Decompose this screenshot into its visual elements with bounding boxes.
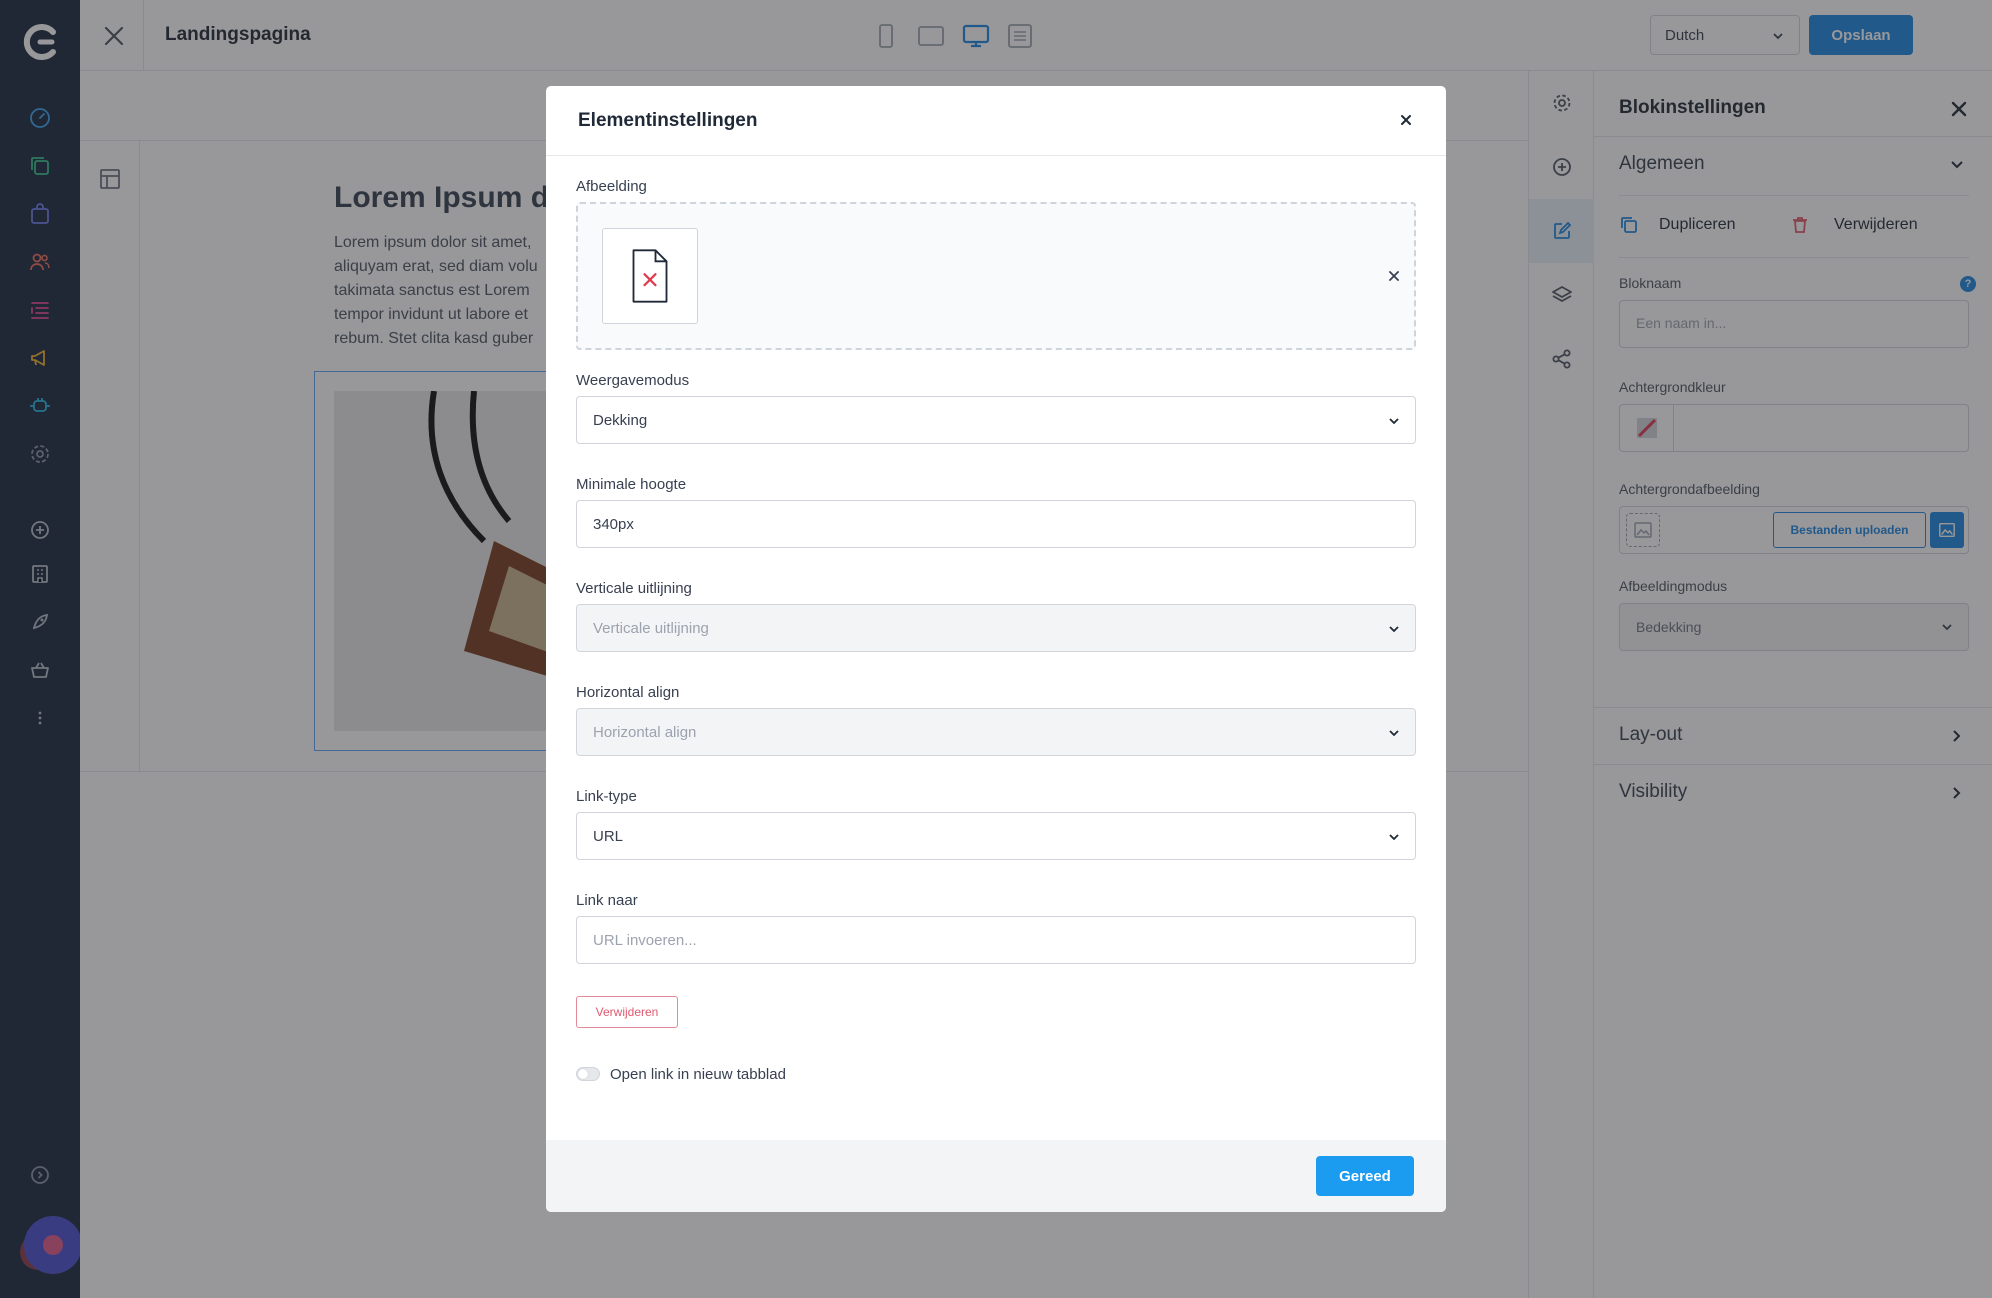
modal-header: Elementinstellingen: [546, 86, 1446, 156]
link-to-input[interactable]: URL invoeren...: [576, 916, 1416, 964]
remove-image-icon[interactable]: [1386, 268, 1402, 284]
link-to-label: Link naar: [576, 892, 638, 909]
link-type-label: Link-type: [576, 788, 637, 805]
display-mode-value: Dekking: [593, 412, 648, 429]
modal-title: Elementinstellingen: [578, 110, 758, 131]
remove-link-button[interactable]: Verwijderen: [576, 996, 678, 1028]
horizontal-align-placeholder: Horizontal align: [593, 724, 697, 741]
link-type-select[interactable]: URL: [576, 812, 1416, 860]
element-settings-modal: Elementinstellingen Afbeelding Weergavem…: [546, 86, 1446, 1212]
done-button[interactable]: Gereed: [1316, 1156, 1414, 1196]
image-file-card[interactable]: [602, 228, 698, 324]
new-tab-label: Open link in nieuw tabblad: [610, 1066, 786, 1083]
chevron-down-icon: [1389, 730, 1399, 737]
vertical-align-label: Verticale uitlijning: [576, 580, 692, 597]
vertical-align-select[interactable]: Verticale uitlijning: [576, 604, 1416, 652]
min-height-input[interactable]: 340px: [576, 500, 1416, 548]
new-tab-toggle[interactable]: [576, 1067, 600, 1081]
close-icon[interactable]: [1394, 108, 1418, 132]
broken-file-icon: [632, 249, 668, 303]
vertical-align-placeholder: Verticale uitlijning: [593, 620, 709, 637]
chevron-down-icon: [1389, 834, 1399, 841]
chevron-down-icon: [1389, 418, 1399, 425]
toggle-knob: [578, 1069, 588, 1079]
horizontal-align-label: Horizontal align: [576, 684, 680, 701]
chevron-down-icon: [1389, 626, 1399, 633]
min-height-label: Minimale hoogte: [576, 476, 687, 493]
modal-footer: Gereed: [546, 1140, 1446, 1212]
image-dropzone[interactable]: [576, 202, 1416, 350]
display-mode-label: Weergavemodus: [576, 372, 690, 389]
link-type-value: URL: [593, 828, 624, 845]
display-mode-select[interactable]: Dekking: [576, 396, 1416, 444]
horizontal-align-select[interactable]: Horizontal align: [576, 708, 1416, 756]
image-label: Afbeelding: [576, 178, 647, 195]
